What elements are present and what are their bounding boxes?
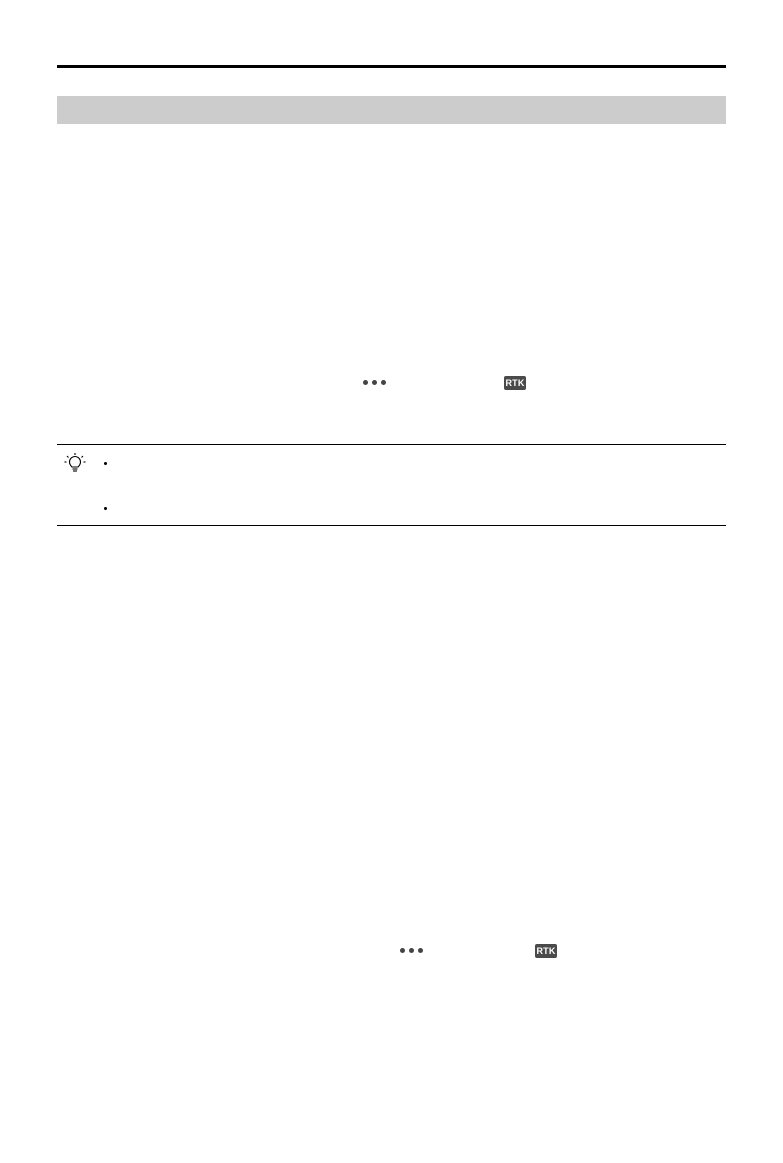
rtk-icon: RTK	[504, 376, 526, 390]
tip-bullet-1	[104, 462, 107, 465]
tip-bullet-2	[104, 507, 107, 510]
more-dots-icon	[400, 948, 423, 953]
tip-box	[57, 444, 726, 526]
more-dots-icon	[363, 380, 386, 385]
header-rule	[57, 65, 726, 68]
section-title-bar	[57, 96, 726, 124]
lightbulb-tip-icon	[64, 453, 86, 472]
rtk-icon: RTK	[535, 944, 557, 958]
